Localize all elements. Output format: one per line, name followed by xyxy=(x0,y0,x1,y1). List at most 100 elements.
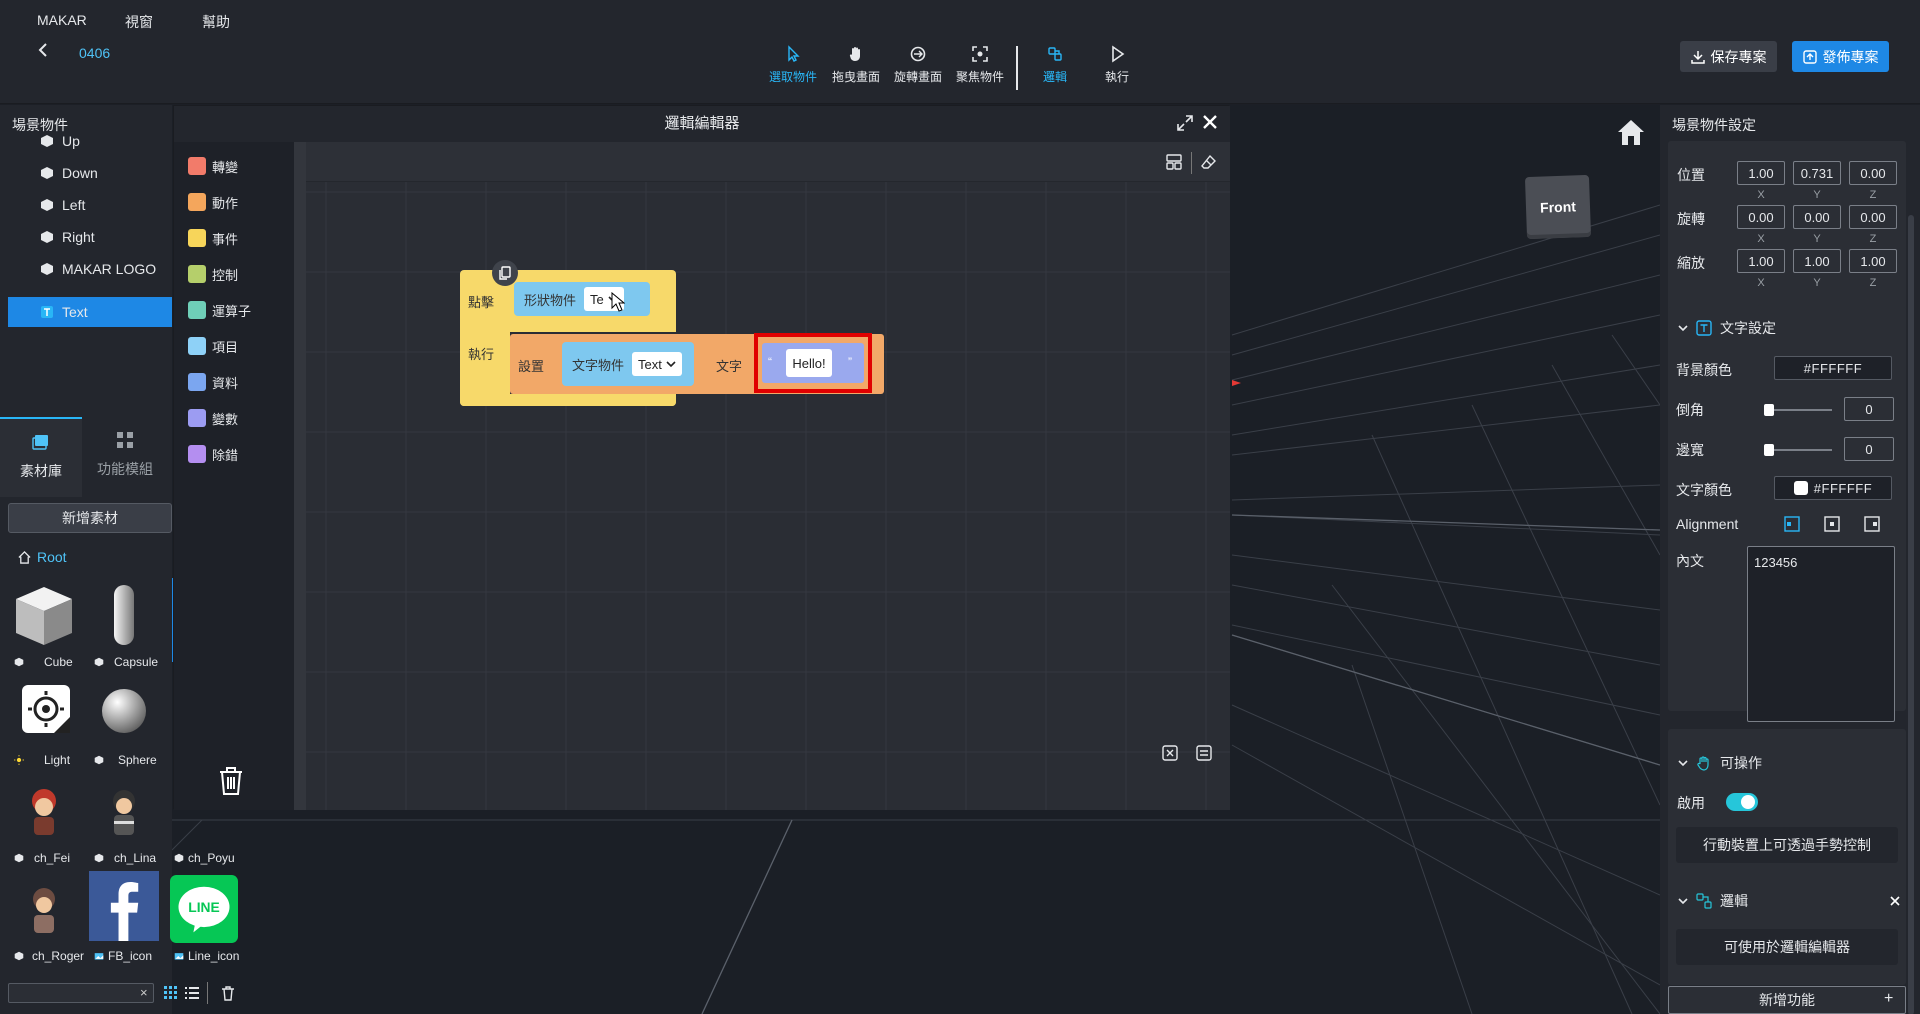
back-arrow-icon[interactable] xyxy=(36,42,52,58)
tool-rotate[interactable]: 旋轉畫面 xyxy=(885,44,951,85)
string-value-field[interactable]: Hello! xyxy=(786,349,832,377)
tab-assets[interactable]: 素材庫 xyxy=(0,417,82,497)
save-project-button[interactable]: 保存專案 xyxy=(1680,41,1777,72)
corner-input[interactable]: 0 xyxy=(1844,397,1894,421)
bg-color-field[interactable]: #FFFFFF xyxy=(1774,356,1892,380)
category-event[interactable]: 事件 xyxy=(188,228,238,248)
publish-project-button[interactable]: 發佈專案 xyxy=(1792,41,1889,72)
trash-icon[interactable] xyxy=(220,985,236,1001)
asset-fb-icon[interactable]: FB_icon xyxy=(84,871,164,973)
corner-slider[interactable] xyxy=(1764,404,1832,416)
tool-drag[interactable]: 拖曳畫面 xyxy=(823,44,889,85)
category-control[interactable]: 控制 xyxy=(188,264,238,284)
position-label: 位置 xyxy=(1677,167,1705,183)
block-workspace[interactable] xyxy=(306,142,1230,810)
rotate-icon xyxy=(910,46,926,62)
content-textarea[interactable]: 123456 xyxy=(1747,546,1895,722)
menu-view[interactable]: 視窗 xyxy=(125,12,153,32)
asset-ch-roger[interactable]: ch_Roger xyxy=(4,877,84,973)
view-gizmo-cube[interactable]: Front xyxy=(1524,174,1592,240)
tree-item-makar-logo[interactable]: MAKAR LOGO xyxy=(8,254,172,284)
tree-item-down[interactable]: Down xyxy=(8,158,172,188)
logic-header[interactable]: 邏輯 xyxy=(1678,891,1748,911)
tree-item-label: Right xyxy=(62,229,95,245)
home-icon[interactable] xyxy=(1616,118,1646,146)
category-operator[interactable]: 運算子 xyxy=(188,300,251,320)
breadcrumb-root[interactable]: Root xyxy=(18,549,67,565)
tree-item-right[interactable]: Right xyxy=(8,222,172,252)
asset-cube[interactable]: Cube xyxy=(4,583,84,679)
category-transform[interactable]: 轉變 xyxy=(188,156,238,176)
eraser-icon[interactable] xyxy=(1201,154,1217,170)
close-icon[interactable] xyxy=(1890,896,1900,906)
rotation-x-input[interactable]: 0.00 xyxy=(1737,205,1785,229)
align-left-icon[interactable] xyxy=(1784,516,1800,532)
menu-makar[interactable]: MAKAR xyxy=(37,12,87,28)
zoom-reset-icon[interactable] xyxy=(1162,745,1178,761)
category-debug[interactable]: 除錯 xyxy=(188,444,238,464)
set-text-block[interactable]: 設置 文字物件 Text 文字 “ Hello! ” xyxy=(510,333,884,394)
text-color-field[interactable]: #FFFFFF xyxy=(1774,476,1892,500)
asset-capsule[interactable]: Capsule xyxy=(84,583,164,679)
tool-focus[interactable]: 聚焦物件 xyxy=(947,44,1013,85)
asset-line-icon-visible[interactable]: LINE Line_icon xyxy=(164,875,244,973)
scale-x-input[interactable]: 1.00 xyxy=(1737,249,1785,273)
category-variable[interactable]: 變數 xyxy=(188,408,238,428)
position-x-input[interactable]: 1.00 xyxy=(1737,161,1785,185)
text-object-block[interactable]: 文字物件 Text xyxy=(562,342,694,386)
category-action[interactable]: 動作 xyxy=(188,192,238,212)
asset-search-input[interactable] xyxy=(8,983,154,1003)
inspector-scrollbar[interactable] xyxy=(1908,215,1914,1014)
tab-modules[interactable]: 功能模組 xyxy=(84,417,166,497)
operable-header[interactable]: 可操作 xyxy=(1678,753,1762,773)
grid-view-icon[interactable] xyxy=(163,985,179,1001)
scale-label: 縮放 xyxy=(1677,255,1705,271)
list-view-icon[interactable] xyxy=(184,985,200,1001)
tree-item-label: Left xyxy=(62,197,86,213)
category-item[interactable]: 項目 xyxy=(188,336,238,356)
add-asset-button[interactable]: 新增素材 xyxy=(8,503,172,533)
close-icon[interactable]: × xyxy=(140,985,148,1000)
menu-help[interactable]: 幫助 xyxy=(202,12,230,32)
logic-editor-usable-button[interactable]: 可使用於邏輯編輯器 xyxy=(1676,929,1898,965)
position-y-input[interactable]: 0.731 xyxy=(1793,161,1841,185)
plus-icon[interactable]: + xyxy=(1884,990,1893,1008)
gesture-control-button[interactable]: 行動裝置上可透過手勢控制 xyxy=(1676,827,1898,863)
slider-knob[interactable] xyxy=(1764,444,1774,456)
rotation-z-input[interactable]: 0.00 xyxy=(1849,205,1897,229)
shape-object-block[interactable]: 形狀物件 Te xyxy=(514,282,650,316)
asset-light[interactable]: Light xyxy=(4,681,84,777)
tree-item-text[interactable]: Text xyxy=(8,297,172,327)
trash-icon[interactable] xyxy=(218,766,244,796)
add-feature-button[interactable]: 新增功能 xyxy=(1668,986,1906,1014)
center-view-icon[interactable] xyxy=(1196,745,1212,761)
layout-icon[interactable] xyxy=(1166,154,1182,170)
tool-select[interactable]: 選取物件 xyxy=(760,44,826,85)
scale-z-input[interactable]: 1.00 xyxy=(1849,249,1897,273)
border-input[interactable]: 0 xyxy=(1844,437,1894,461)
tool-logic[interactable]: 邏輯 xyxy=(1022,44,1088,85)
tool-run[interactable]: 執行 xyxy=(1084,44,1150,85)
tree-item-up[interactable]: Up xyxy=(8,126,172,156)
asset-ch-lina[interactable]: ch_Lina xyxy=(84,779,164,875)
expand-icon[interactable] xyxy=(1176,114,1194,132)
tree-item-left[interactable]: Left xyxy=(8,190,172,220)
text-settings-header[interactable]: 文字設定 xyxy=(1678,318,1776,338)
close-icon[interactable] xyxy=(1201,113,1219,131)
asset-sphere[interactable]: Sphere xyxy=(84,681,164,777)
border-slider[interactable] xyxy=(1764,444,1832,456)
rotation-y-input[interactable]: 0.00 xyxy=(1793,205,1841,229)
scale-y-input[interactable]: 1.00 xyxy=(1793,249,1841,273)
align-center-icon[interactable] xyxy=(1824,516,1840,532)
text-object-dropdown[interactable]: Text xyxy=(632,352,682,376)
event-block-footer xyxy=(460,396,676,406)
enable-toggle[interactable] xyxy=(1726,793,1758,811)
copy-button[interactable] xyxy=(492,260,518,286)
palette-scrollbar[interactable] xyxy=(294,142,306,810)
category-data[interactable]: 資料 xyxy=(188,372,238,392)
slider-knob[interactable] xyxy=(1764,404,1774,416)
align-right-icon[interactable] xyxy=(1864,516,1880,532)
position-z-input[interactable]: 0.00 xyxy=(1849,161,1897,185)
string-block[interactable]: “ Hello! ” xyxy=(762,343,864,383)
asset-ch-fei[interactable]: ch_Fei xyxy=(4,779,84,875)
